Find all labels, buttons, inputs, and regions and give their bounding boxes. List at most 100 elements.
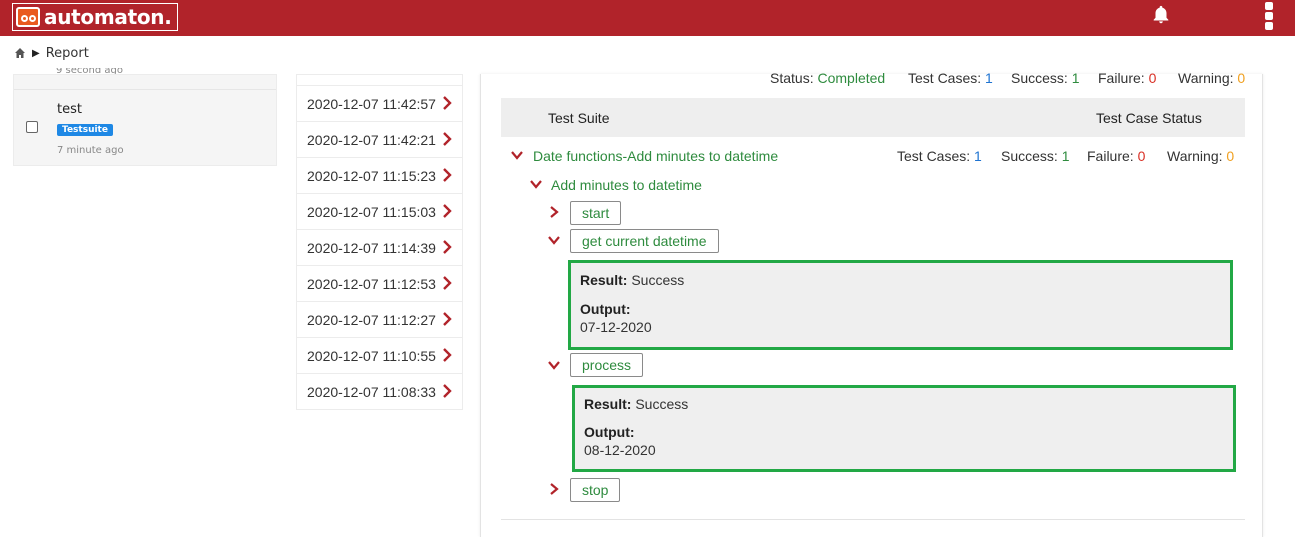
status-label: Status:: [770, 70, 814, 86]
run-date: 2020-12-07 11:12:27: [307, 312, 436, 328]
chevron-down-icon[interactable]: [530, 178, 542, 190]
breadcrumb-current: Report: [45, 45, 89, 61]
chevron-right-icon: [443, 204, 452, 218]
suite-title[interactable]: Date functions-Add minutes to datetime: [533, 148, 778, 164]
warning-value: 0: [1237, 70, 1246, 86]
test-cases-label: Test Cases:: [908, 70, 982, 86]
run-date: 2020-12-07 11:15:03: [307, 204, 436, 220]
breadcrumb: ▶ Report: [14, 44, 89, 62]
run-history-list: 2020-12-07 11:42:57 2020-12-07 11:42:21 …: [296, 74, 463, 410]
step-process-button[interactable]: process: [570, 353, 644, 377]
result-value: Success: [631, 272, 685, 288]
chevron-right-icon[interactable]: [548, 206, 560, 218]
run-date: 2020-12-07 11:42:57: [307, 96, 436, 112]
testsuite-badge: Testsuite: [57, 124, 113, 136]
result-value: Success: [635, 396, 689, 412]
table-header: Test Suite Test Case Status: [501, 98, 1245, 137]
chevron-right-icon: [443, 312, 452, 326]
chevron-down-icon[interactable]: [511, 149, 523, 161]
chevron-right-icon: [443, 276, 452, 290]
chevron-right-icon: [443, 96, 452, 110]
chevron-down-icon[interactable]: [548, 359, 560, 371]
item-time: 7 minute ago: [57, 145, 124, 156]
item-title: test: [57, 102, 82, 117]
breadcrumb-arrow-icon: ▶: [32, 47, 40, 59]
warning-label: Warning:: [1178, 70, 1234, 86]
success-label: Success:: [1011, 70, 1068, 86]
test-case-row[interactable]: Add minutes to datetime: [530, 177, 830, 195]
list-item[interactable]: 2020-12-07 11:10:55: [297, 337, 462, 373]
list-divider: [14, 89, 276, 90]
run-date: 2020-12-07 11:10:55: [307, 348, 436, 364]
list-item[interactable]: 2020-12-07 11:42:57: [297, 85, 462, 121]
step-get-current-datetime-button[interactable]: get current datetime: [570, 229, 719, 253]
app-header: automaton.: [0, 0, 1295, 36]
suite-test-cases: Test Cases: 1: [897, 148, 982, 164]
output-value: 08-12-2020: [584, 442, 656, 458]
chevron-right-icon: [443, 168, 452, 182]
suite-failure: Failure: 0: [1087, 148, 1145, 164]
list-item[interactable]: 2020-12-07 11:14:39: [297, 229, 462, 265]
summary-test-cases: Test Cases: 1: [908, 70, 993, 86]
notification-bell-icon[interactable]: [1150, 3, 1172, 27]
output-label: Output:: [584, 424, 635, 440]
failure-value: 0: [1148, 70, 1157, 86]
suite-test-cases-value: 1: [974, 148, 982, 164]
app-logo[interactable]: automaton.: [12, 3, 178, 31]
more-menu-icon[interactable]: [1264, 1, 1274, 35]
list-item[interactable]: 2020-12-07 11:15:03: [297, 193, 462, 229]
output-value: 07-12-2020: [580, 319, 652, 335]
success-value: 1: [1071, 70, 1080, 86]
result-line: Result: Success: [580, 272, 684, 288]
suite-warning-label: Warning:: [1167, 148, 1223, 164]
item-checkbox[interactable]: [26, 121, 38, 133]
list-item[interactable]: 2020-12-07 11:12:27: [297, 301, 462, 337]
result-label: Result:: [584, 396, 632, 412]
suite-failure-label: Failure:: [1087, 148, 1134, 164]
run-date: 2020-12-07 11:08:33: [307, 384, 436, 400]
suite-success: Success: 1: [1001, 148, 1070, 164]
step-result-panel: Result: Success Output: 08-12-2020: [572, 385, 1236, 472]
run-date: 2020-12-07 11:42:21: [307, 132, 436, 148]
chevron-right-icon: [443, 240, 452, 254]
suite-warning-value: 0: [1226, 148, 1235, 164]
summary-failure: Failure: 0: [1098, 70, 1156, 86]
home-icon[interactable]: [14, 47, 26, 59]
step-result-panel: Result: Success Output: 07-12-2020: [568, 260, 1233, 350]
column-test-case-status: Test Case Status: [1096, 110, 1202, 126]
test-case-title[interactable]: Add minutes to datetime: [551, 177, 702, 193]
result-line: Result: Success: [584, 396, 688, 412]
suite-test-cases-label: Test Cases:: [897, 148, 971, 164]
summary-status: Status: Completed: [770, 70, 885, 86]
divider: [501, 519, 1245, 520]
run-date: 2020-12-07 11:15:23: [307, 168, 436, 184]
step-start-button[interactable]: start: [570, 201, 622, 225]
suite-warning: Warning: 0: [1167, 148, 1234, 164]
app-name: automaton.: [44, 5, 172, 29]
column-test-suite: Test Suite: [548, 110, 610, 126]
list-item[interactable]: 2020-12-07 11:08:33: [297, 373, 462, 409]
test-cases-value: 1: [985, 70, 993, 86]
list-item[interactable]: 2020-12-07 11:42:21: [297, 121, 462, 157]
list-item[interactable]: 2020-12-07 11:15:23: [297, 157, 462, 193]
suite-failure-value: 0: [1137, 148, 1146, 164]
run-date: 2020-12-07 11:12:53: [307, 276, 436, 292]
output-label: Output:: [580, 301, 631, 317]
failure-label: Failure:: [1098, 70, 1145, 86]
list-item[interactable]: 2020-12-07 11:12:53: [297, 265, 462, 301]
suite-row[interactable]: Date functions-Add minutes to datetime T…: [511, 148, 1251, 166]
suite-success-label: Success:: [1001, 148, 1058, 164]
summary-warning: Warning: 0: [1178, 70, 1245, 86]
status-value: Completed: [817, 70, 886, 86]
report-panel: Status: Completed Test Cases: 1 Success:…: [480, 70, 1263, 537]
testsuite-list-item[interactable]: test Testsuite 7 minute ago: [13, 74, 277, 166]
chevron-right-icon: [443, 348, 452, 362]
suite-success-value: 1: [1061, 148, 1070, 164]
chevron-right-icon: [443, 384, 452, 398]
result-label: Result:: [580, 272, 628, 288]
chevron-right-icon[interactable]: [548, 483, 560, 495]
step-stop-button[interactable]: stop: [570, 478, 621, 502]
run-date: 2020-12-07 11:14:39: [307, 240, 436, 256]
summary-success: Success: 1: [1011, 70, 1080, 86]
chevron-down-icon[interactable]: [548, 234, 560, 246]
